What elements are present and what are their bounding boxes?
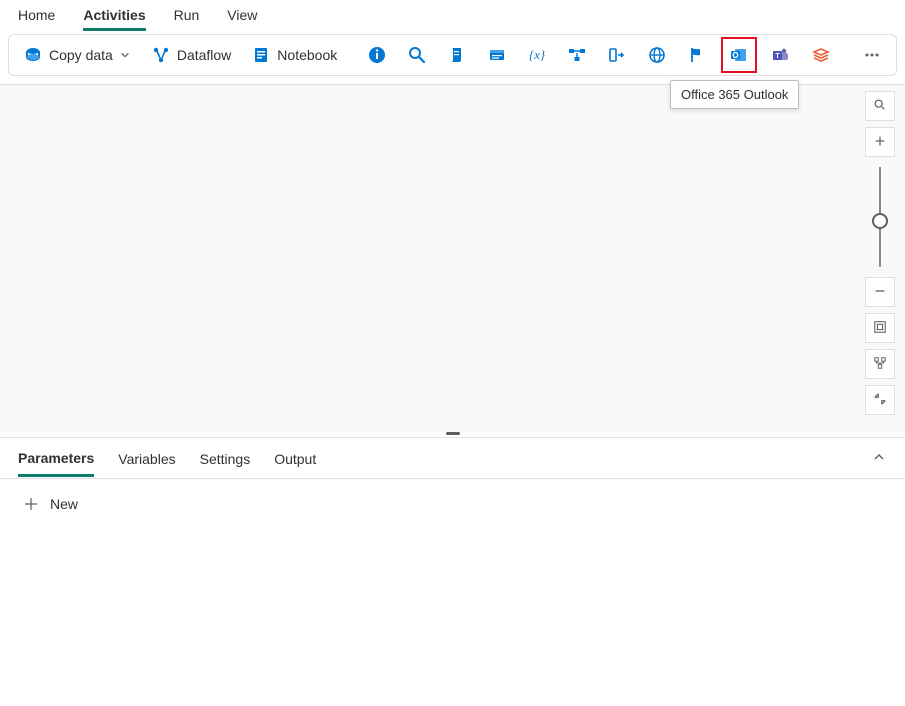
- lookup-button[interactable]: [401, 39, 433, 71]
- web-button[interactable]: [641, 39, 673, 71]
- variable-button[interactable]: {x}: [521, 39, 553, 71]
- plus-icon: [873, 134, 887, 151]
- bottom-tab-bar: Parameters Variables Settings Output: [0, 438, 905, 478]
- canvas-controls: [865, 91, 895, 415]
- outlook-tooltip: Office 365 Outlook: [670, 80, 799, 109]
- new-parameter-button[interactable]: New: [22, 495, 78, 513]
- tab-parameters[interactable]: Parameters: [18, 450, 94, 477]
- flag-button[interactable]: [681, 39, 713, 71]
- new-parameter-label: New: [50, 496, 78, 512]
- collapse-panel-button[interactable]: [869, 448, 889, 468]
- more-button[interactable]: [856, 39, 888, 71]
- bottom-panel: Parameters Variables Settings Output: [0, 437, 905, 479]
- zoom-slider-handle[interactable]: [872, 213, 888, 229]
- top-tab-bar: Home Activities Run View: [0, 0, 905, 30]
- copy-data-button[interactable]: Copy data: [17, 39, 137, 71]
- outlook-icon: [729, 45, 749, 65]
- script-icon: [447, 45, 467, 65]
- notebook-label: Notebook: [277, 47, 337, 63]
- dataflow-label: Dataflow: [177, 47, 231, 63]
- tab-output[interactable]: Output: [274, 451, 316, 475]
- dataflow-button[interactable]: Dataflow: [145, 39, 237, 71]
- web-icon: [647, 45, 667, 65]
- tab-activities[interactable]: Activities: [83, 6, 145, 31]
- pipeline-button[interactable]: [561, 39, 593, 71]
- pipeline-canvas[interactable]: [0, 84, 905, 432]
- pipeline-icon: [567, 45, 587, 65]
- parameters-content: New: [0, 479, 905, 531]
- svg-text:T: T: [776, 53, 781, 60]
- notebook-button[interactable]: Notebook: [245, 39, 343, 71]
- dataflow-icon: [151, 45, 171, 65]
- tab-variables[interactable]: Variables: [118, 451, 175, 475]
- sql-icon: [487, 45, 507, 65]
- zoom-out-button[interactable]: [865, 277, 895, 307]
- invoke-icon: [607, 45, 627, 65]
- stack-icon: [811, 45, 831, 65]
- info-button[interactable]: [361, 39, 393, 71]
- tab-settings[interactable]: Settings: [200, 451, 251, 475]
- info-icon: [367, 45, 387, 65]
- chevron-up-icon: [872, 450, 886, 467]
- plus-icon: [22, 495, 40, 513]
- search-icon: [873, 98, 887, 115]
- minus-icon: [873, 284, 887, 301]
- fullscreen-button[interactable]: [865, 385, 895, 415]
- collapse-icon: [873, 392, 887, 409]
- stack-button[interactable]: [805, 39, 837, 71]
- canvas-search-button[interactable]: [865, 91, 895, 121]
- notebook-icon: [251, 45, 271, 65]
- split-handle[interactable]: [0, 432, 905, 437]
- copy-data-icon: [23, 45, 43, 65]
- layout-button[interactable]: [865, 349, 895, 379]
- layout-icon: [873, 356, 887, 373]
- tab-view[interactable]: View: [227, 6, 257, 28]
- svg-text:{x}: {x}: [529, 47, 546, 62]
- teams-button[interactable]: T: [765, 39, 797, 71]
- sql-button[interactable]: [481, 39, 513, 71]
- zoom-slider[interactable]: [879, 167, 881, 267]
- toolbar-icon-row: {x}: [361, 37, 837, 73]
- teams-icon: T: [771, 45, 791, 65]
- tab-run[interactable]: Run: [174, 6, 200, 28]
- search-icon: [407, 45, 427, 65]
- invoke-button[interactable]: [601, 39, 633, 71]
- script-button[interactable]: [441, 39, 473, 71]
- fit-button[interactable]: [865, 313, 895, 343]
- flag-icon: [687, 45, 707, 65]
- fit-icon: [873, 320, 887, 337]
- chevron-down-icon: [119, 49, 131, 61]
- outlook-button[interactable]: [721, 37, 757, 73]
- ellipsis-icon: [862, 45, 882, 65]
- zoom-in-button[interactable]: [865, 127, 895, 157]
- tab-home[interactable]: Home: [18, 6, 55, 28]
- copy-data-label: Copy data: [49, 47, 113, 63]
- activities-toolbar: Copy data Dataflow Notebook: [8, 34, 897, 76]
- variable-icon: {x}: [527, 45, 547, 65]
